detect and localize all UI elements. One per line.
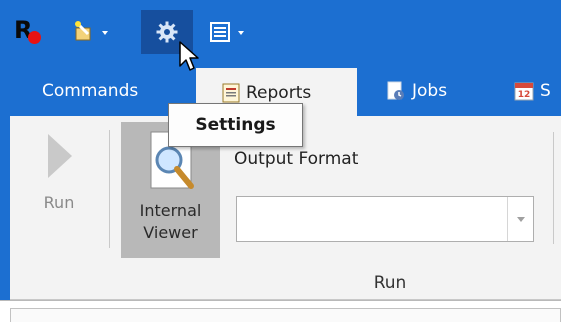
output-format-label: Output Format <box>234 149 359 169</box>
tab-jobs[interactable]: Jobs <box>386 66 447 116</box>
app-logo-icon: R <box>12 16 42 47</box>
app-logo-button[interactable]: R <box>12 10 42 54</box>
output-format-select[interactable] <box>236 196 534 242</box>
tab-schedule[interactable]: 12 S <box>514 66 551 116</box>
jobs-icon <box>386 81 406 101</box>
separator <box>109 130 110 248</box>
layout-icon <box>210 22 230 42</box>
svg-text:12: 12 <box>518 90 531 100</box>
run-button[interactable]: Run <box>24 130 94 250</box>
play-icon <box>48 134 72 178</box>
wand-icon <box>75 21 91 41</box>
settings-tooltip: Settings <box>168 103 303 147</box>
chevron-down-icon <box>238 31 244 35</box>
quick-access-toolbar: R <box>0 0 561 66</box>
separator <box>553 132 554 244</box>
output-format-dropdown-button[interactable] <box>507 197 533 241</box>
report-icon <box>222 83 240 103</box>
chevron-down-icon <box>516 216 525 222</box>
mouse-cursor-icon <box>179 41 199 71</box>
calendar-icon: 12 <box>514 81 534 101</box>
gear-icon <box>156 21 178 43</box>
window-border <box>0 116 10 300</box>
content-frame <box>10 308 561 322</box>
tab-commands[interactable]: Commands <box>42 66 138 116</box>
chevron-down-icon <box>102 31 108 35</box>
layout-button[interactable] <box>204 10 248 54</box>
wand-button[interactable] <box>66 10 114 54</box>
ribbon-group-label: Run <box>373 273 407 293</box>
